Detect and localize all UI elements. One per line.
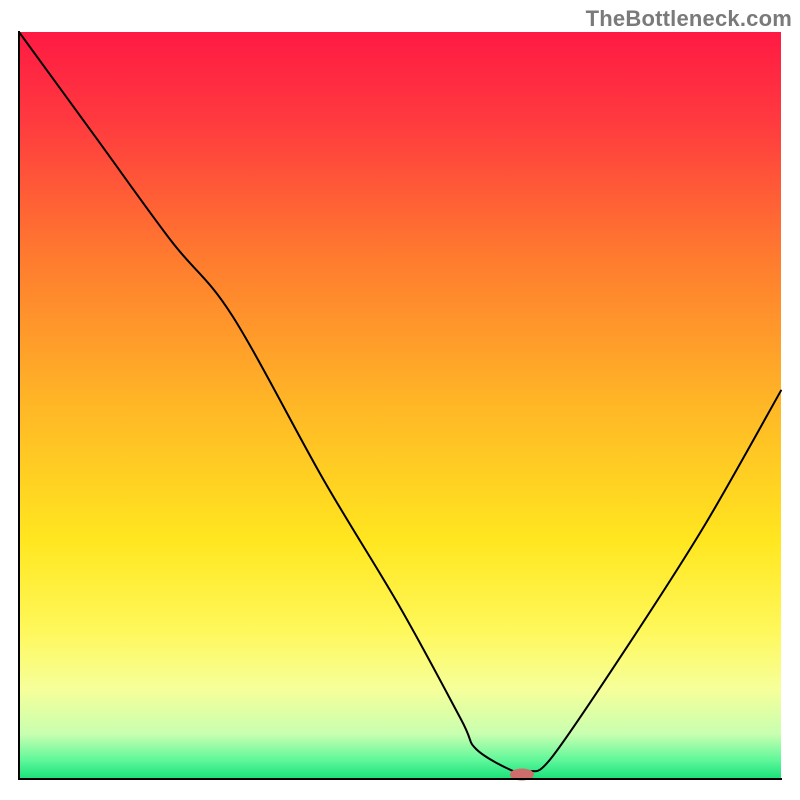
plot-area: [15, 30, 785, 785]
gradient-background: [19, 32, 781, 779]
chart-svg: [15, 30, 785, 785]
chart-container: TheBottleneck.com: [0, 0, 800, 800]
watermark-text: TheBottleneck.com: [586, 6, 792, 32]
